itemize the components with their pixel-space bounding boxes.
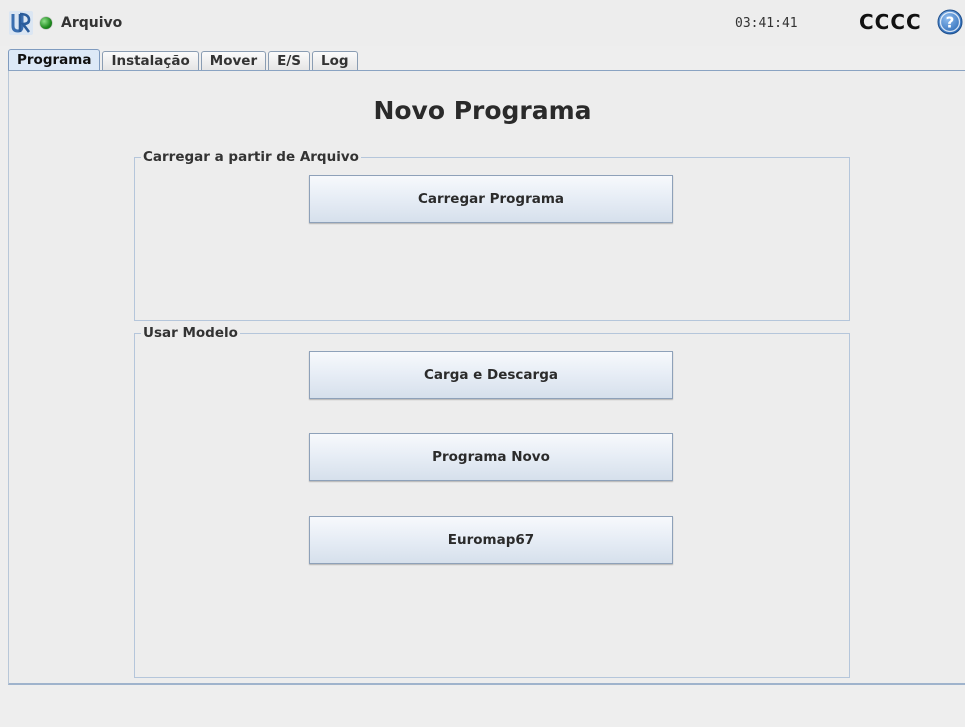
tab-es[interactable]: E/S [268, 51, 311, 71]
load-program-button[interactable]: Carregar Programa [309, 175, 673, 223]
tab-instalacao[interactable]: Instalação [102, 51, 199, 71]
template-load-unload-button[interactable]: Carga e Descarga [309, 351, 673, 399]
status-dot-icon [40, 17, 52, 29]
ur-logo-icon [9, 11, 33, 35]
page-title: Novo Programa [373, 96, 592, 125]
bottom-area [0, 687, 965, 727]
tab-bar: Programa Instalação Mover E/S Log [8, 49, 360, 71]
tab-mover[interactable]: Mover [200, 51, 267, 71]
title-bar: Arquivo 03:41:41 CCCC ? [0, 0, 965, 46]
tab-log[interactable]: Log [312, 51, 358, 71]
robot-name: CCCC [859, 10, 922, 34]
load-group-label: Carregar a partir de Arquivo [141, 149, 361, 165]
help-icon[interactable]: ? [937, 9, 963, 35]
template-euromap67-button[interactable]: Euromap67 [309, 516, 673, 564]
tab-programa[interactable]: Programa [8, 49, 101, 71]
clock: 03:41:41 [735, 16, 798, 31]
app-title[interactable]: Arquivo [61, 15, 122, 31]
template-new-program-button[interactable]: Programa Novo [309, 433, 673, 481]
template-group-label: Usar Modelo [141, 325, 240, 341]
help-symbol: ? [946, 14, 955, 32]
